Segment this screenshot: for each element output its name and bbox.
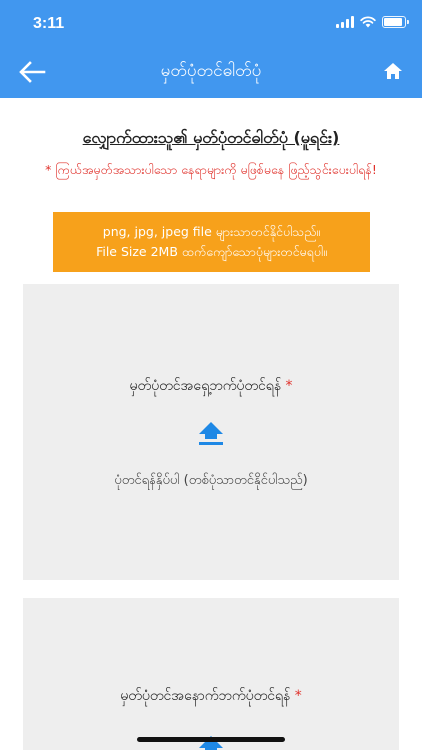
front-upload-hint: ပုံတင်ရန်နှိပ်ပါ (တစ်ပုံသာတင်နိုင်ပါသည်)	[114, 473, 308, 488]
header: 3:11 မှတ်ပုံတင်ဓါတ်ပုံ	[0, 0, 422, 98]
required-marker: *	[285, 378, 293, 394]
status-time: 3:11	[33, 15, 65, 32]
back-upload-card[interactable]: မှတ်ပုံတင်အနောက်ဘက်ပုံတင်ရန် *	[23, 598, 399, 750]
back-upload-label-text: မှတ်ပုံတင်အနောက်ဘက်ပုံတင်ရန်	[120, 688, 291, 704]
front-upload-card[interactable]: မှတ်ပုံတင်အရှေ့ဘက်ပုံတင်ရန် * ပုံတင်ရန်န…	[23, 284, 399, 580]
wifi-icon	[360, 16, 376, 28]
battery-icon	[382, 16, 409, 28]
required-warning: * ကြယ်အမှတ်အသားပါသော နေရာများကို မဖြစ်မန…	[45, 162, 377, 177]
file-notice: png, jpg, jpeg file များသာတင်နိုင်ပါသည်။…	[53, 212, 370, 272]
section-heading: လျှောက်ထားသူ၏ မှတ်ပုံတင်ဓါတ်ပုံ (မူရင်း)	[82, 128, 340, 147]
upload-icon[interactable]	[197, 418, 225, 446]
status-bar: 3:11	[0, 0, 422, 46]
front-upload-label-text: မှတ်ပုံတင်အရှေ့ဘက်ပုံတင်ရန်	[129, 378, 282, 394]
back-upload-label: မှတ်ပုံတင်အနောက်ဘက်ပုံတင်ရန် *	[23, 686, 399, 707]
notice-line-size: File Size 2MB ထက်ကျော်သောပုံများတင်မရပါ။	[96, 244, 327, 259]
required-marker: *	[294, 688, 302, 704]
home-indicator	[137, 737, 285, 742]
front-upload-label: မှတ်ပုံတင်အရှေ့ဘက်ပုံတင်ရန် *	[23, 376, 399, 397]
page-title: မှတ်ပုံတင်ဓါတ်ပုံ	[160, 61, 262, 81]
app-bar: မှတ်ပုံတင်ဓါတ်ပုံ	[0, 46, 422, 98]
signal-icon	[336, 16, 354, 28]
notice-line-formats: png, jpg, jpeg file များသာတင်နိုင်ပါသည်။	[102, 224, 321, 239]
status-icons	[336, 16, 409, 28]
home-icon[interactable]	[382, 60, 404, 82]
